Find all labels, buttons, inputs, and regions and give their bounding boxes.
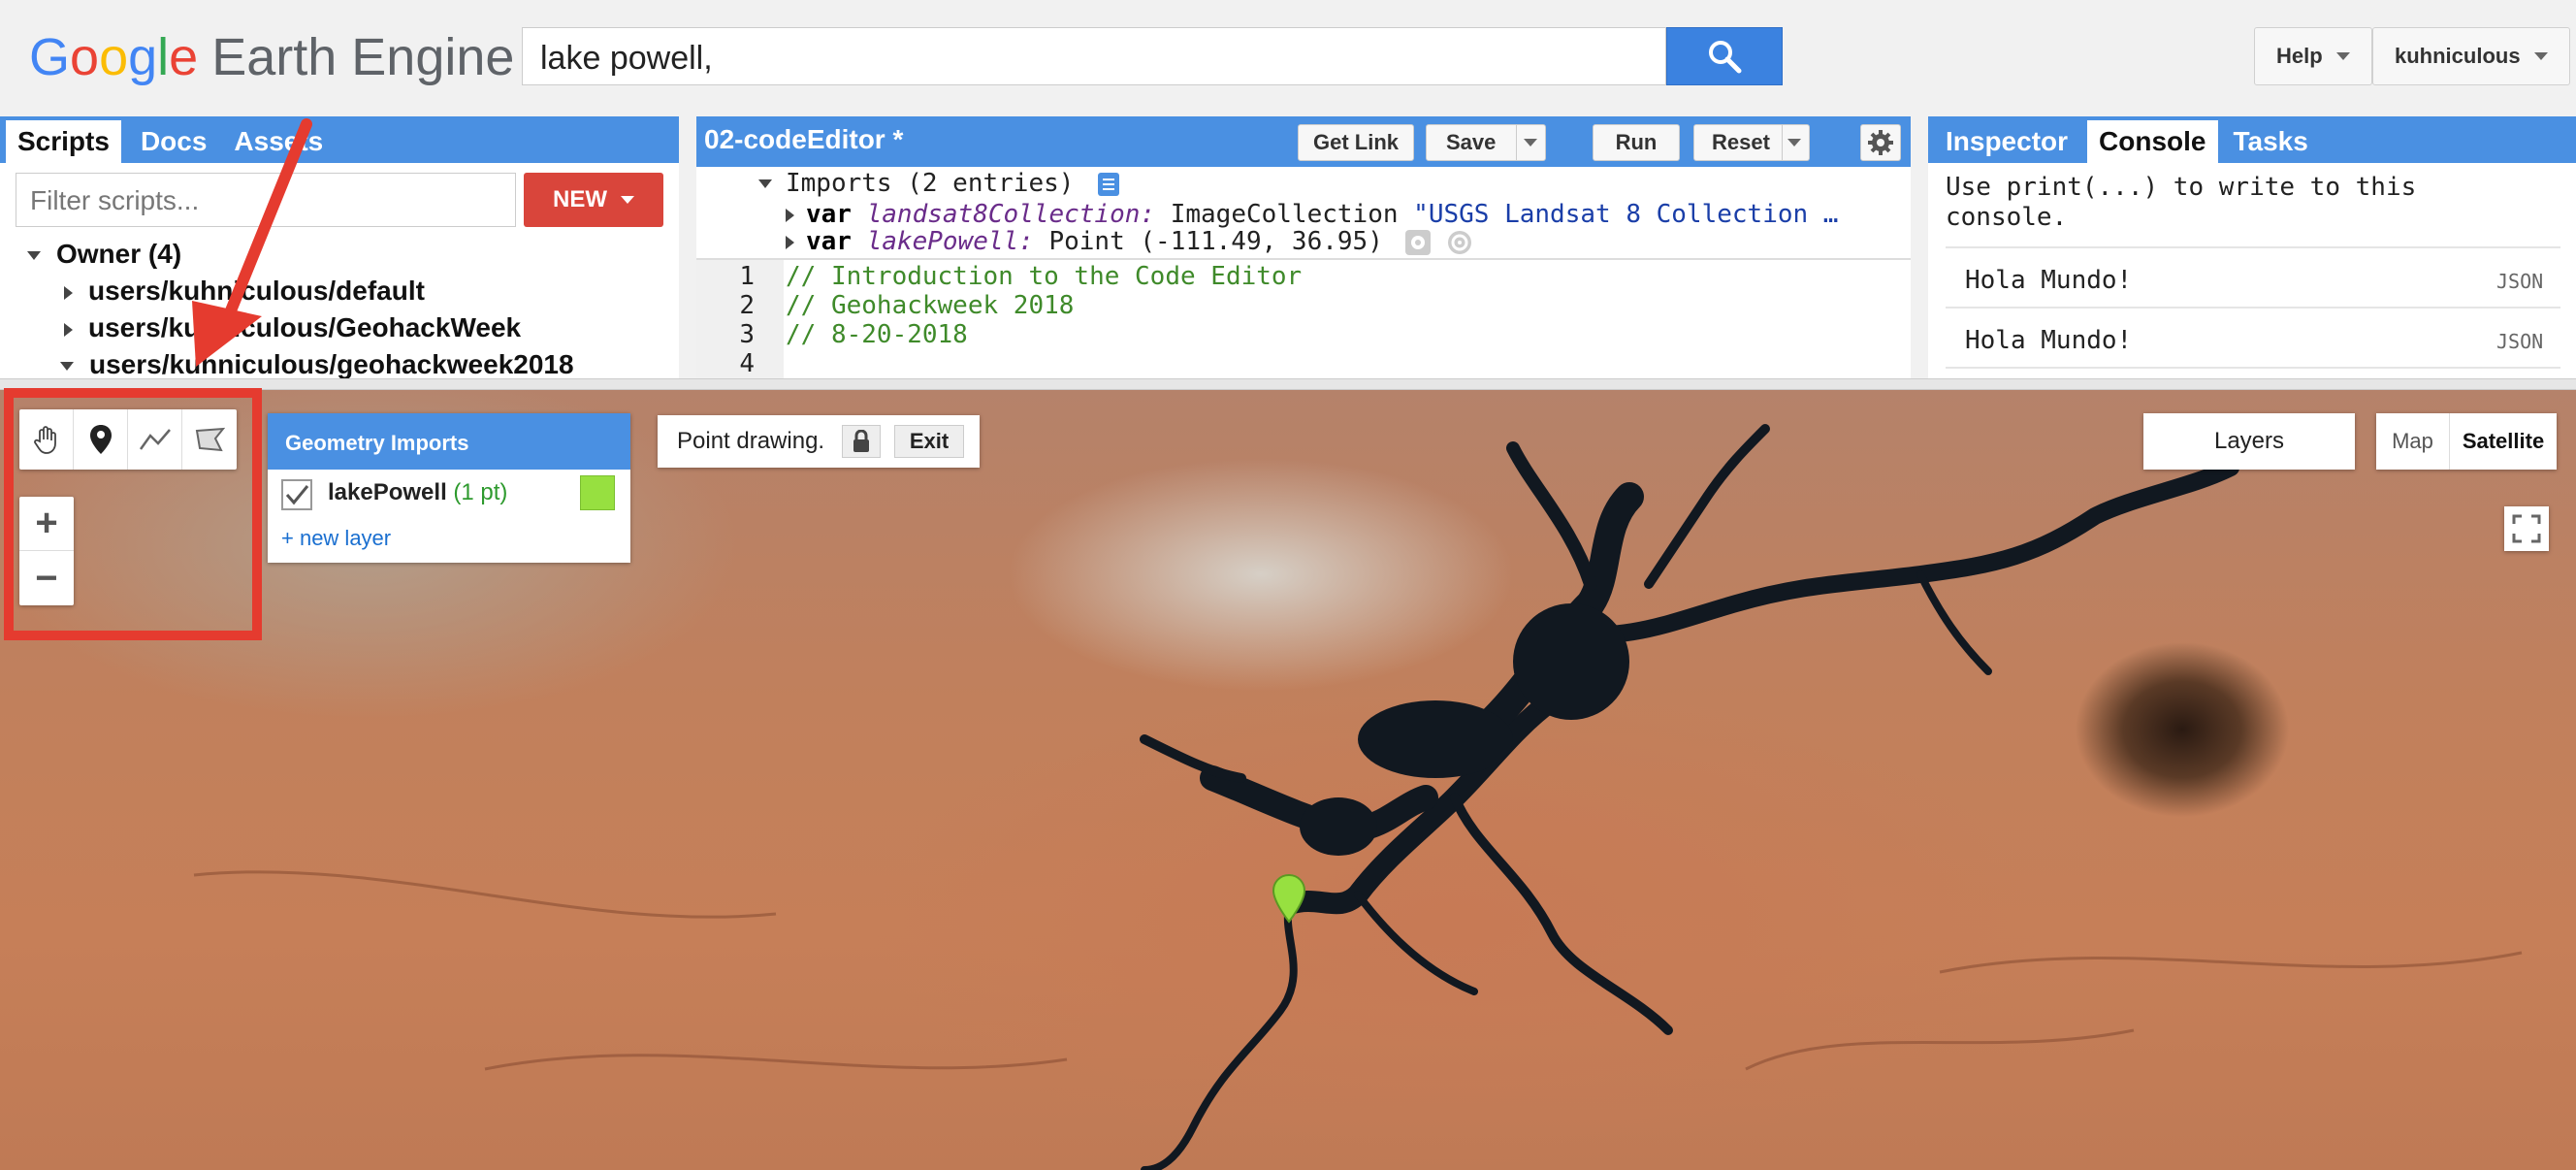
- tree-item-label: users/kuhniculous/geohackweek2018: [89, 349, 574, 379]
- reset-label: Reset: [1712, 130, 1770, 154]
- drawing-status: Point drawing. Exit: [658, 415, 980, 468]
- line-number: 1: [739, 262, 755, 291]
- layer-count: (1 pt): [453, 479, 508, 505]
- console-entry: Hola Mundo!: [1965, 326, 2133, 355]
- map-type-satellite[interactable]: Satellite: [2450, 413, 2557, 470]
- help-label: Help: [2276, 44, 2323, 68]
- chevron-down-icon: [2533, 52, 2548, 60]
- json-toggle[interactable]: JSON: [2496, 270, 2543, 293]
- tab-console[interactable]: Console: [2087, 120, 2218, 163]
- reset-button[interactable]: Reset: [1693, 124, 1810, 161]
- code-line: // 8-20-2018: [786, 320, 968, 349]
- script-title: 02-codeEditor *: [704, 124, 904, 154]
- fullscreen-button[interactable]: [2504, 506, 2549, 551]
- expand-right-icon: [64, 285, 73, 300]
- layer-checkbox[interactable]: [281, 479, 312, 510]
- imports-divider: [696, 258, 1911, 260]
- target-icon[interactable]: [1446, 229, 1473, 256]
- geometry-imports-title[interactable]: Geometry Imports: [268, 413, 630, 470]
- gear-icon: [1868, 130, 1893, 155]
- chevron-down-icon: [1787, 139, 1801, 146]
- user-menu-button[interactable]: kuhniculous: [2372, 27, 2570, 85]
- chevron-down-icon: [621, 196, 634, 204]
- collapse-icon: [758, 179, 772, 188]
- new-label: NEW: [553, 186, 607, 212]
- console-entry: Hola Mundo!: [1965, 266, 2133, 295]
- variable-name: landsat8Collection:: [866, 200, 1156, 229]
- save-label: Save: [1446, 130, 1497, 154]
- expand-right-icon: [64, 322, 73, 337]
- line-number: 4: [739, 349, 755, 378]
- import-landsat8[interactable]: var landsat8Collection: ImageCollection …: [786, 200, 1838, 229]
- console-divider: [1946, 307, 2560, 309]
- console-intro: Use print(...) to write to this console.: [1946, 173, 2417, 232]
- expand-right-icon: [786, 235, 794, 249]
- import-type: ImageCollection: [1170, 200, 1399, 229]
- code-line: // Geohackweek 2018: [786, 291, 1075, 320]
- console-divider: [1946, 367, 2560, 369]
- annotation-highlight-box: [4, 388, 262, 640]
- exit-button[interactable]: Exit: [894, 425, 964, 458]
- variable-name: lakePowell:: [866, 227, 1034, 256]
- save-button[interactable]: Save: [1426, 124, 1546, 161]
- user-label: kuhniculous: [2395, 44, 2521, 68]
- expand-right-icon: [786, 208, 794, 222]
- left-panel-tabs: Scripts Docs Assets: [0, 116, 679, 163]
- run-button[interactable]: Run: [1593, 124, 1680, 161]
- imports-header[interactable]: Imports (2 entries): [758, 169, 1120, 198]
- layer-name: lakePowell: [328, 479, 447, 505]
- keyword: var: [806, 200, 852, 229]
- map-type-map[interactable]: Map: [2376, 413, 2450, 470]
- annotation-arrow-icon: [192, 118, 312, 367]
- import-value: "USGS Landsat 8 Collection …: [1413, 200, 1839, 229]
- right-panel-tabs: Inspector Console Tasks: [1928, 116, 2576, 163]
- chevron-down-icon: [1524, 139, 1537, 146]
- expand-down-icon: [27, 251, 41, 261]
- tab-scripts[interactable]: Scripts: [6, 120, 121, 163]
- lock-icon: [853, 430, 869, 452]
- search-icon: [1709, 41, 1742, 74]
- line-number: 2: [739, 291, 755, 320]
- json-toggle[interactable]: JSON: [2496, 330, 2543, 353]
- map-type-toggle: Map Satellite: [2376, 413, 2557, 470]
- map-splitter[interactable]: [0, 378, 2576, 390]
- earth-engine-logo[interactable]: Google Earth Engine: [29, 27, 514, 87]
- tree-owner[interactable]: Owner (4): [27, 239, 181, 270]
- search-button[interactable]: [1666, 27, 1783, 85]
- import-lakepowell[interactable]: var lakePowell: Point (-111.49, 36.95): [786, 227, 1473, 256]
- layer-color-swatch[interactable]: [580, 475, 615, 510]
- search-input[interactable]: lake powell,: [522, 27, 1666, 85]
- panel-splitter[interactable]: [679, 116, 696, 378]
- owner-label: Owner: [56, 239, 142, 269]
- gear-icon[interactable]: [1404, 229, 1432, 256]
- drawing-status-text: Point drawing.: [677, 428, 825, 454]
- new-button[interactable]: NEW: [524, 173, 663, 227]
- panel-splitter[interactable]: [1911, 116, 1928, 378]
- layers-button[interactable]: Layers: [2143, 413, 2355, 470]
- marker-icon[interactable]: [1272, 873, 1306, 924]
- line-number: 3: [739, 320, 755, 349]
- document-icon[interactable]: [1097, 172, 1120, 197]
- checkmark-icon: [285, 485, 309, 505]
- keyword: var: [806, 227, 852, 256]
- geometry-layer[interactable]: lakePowell (1 pt): [328, 479, 507, 506]
- new-layer-link[interactable]: + new layer: [281, 526, 391, 551]
- import-value: Point (-111.49, 36.95): [1048, 227, 1383, 256]
- tab-inspector[interactable]: Inspector: [1934, 120, 2079, 163]
- get-link-button[interactable]: Get Link: [1298, 124, 1414, 161]
- chevron-down-icon: [2335, 52, 2350, 60]
- lock-button[interactable]: [842, 425, 881, 458]
- settings-button[interactable]: [1860, 124, 1901, 161]
- tab-tasks[interactable]: Tasks: [2222, 120, 2320, 163]
- fullscreen-icon: [2512, 514, 2541, 543]
- code-line: // Introduction to the Code Editor: [786, 262, 1303, 291]
- console-divider: [1946, 246, 2560, 248]
- help-button[interactable]: Help: [2254, 27, 2372, 85]
- expand-down-icon: [60, 362, 74, 372]
- logo-text: Earth Engine: [211, 28, 515, 86]
- imports-label: Imports (2 entries): [786, 169, 1075, 198]
